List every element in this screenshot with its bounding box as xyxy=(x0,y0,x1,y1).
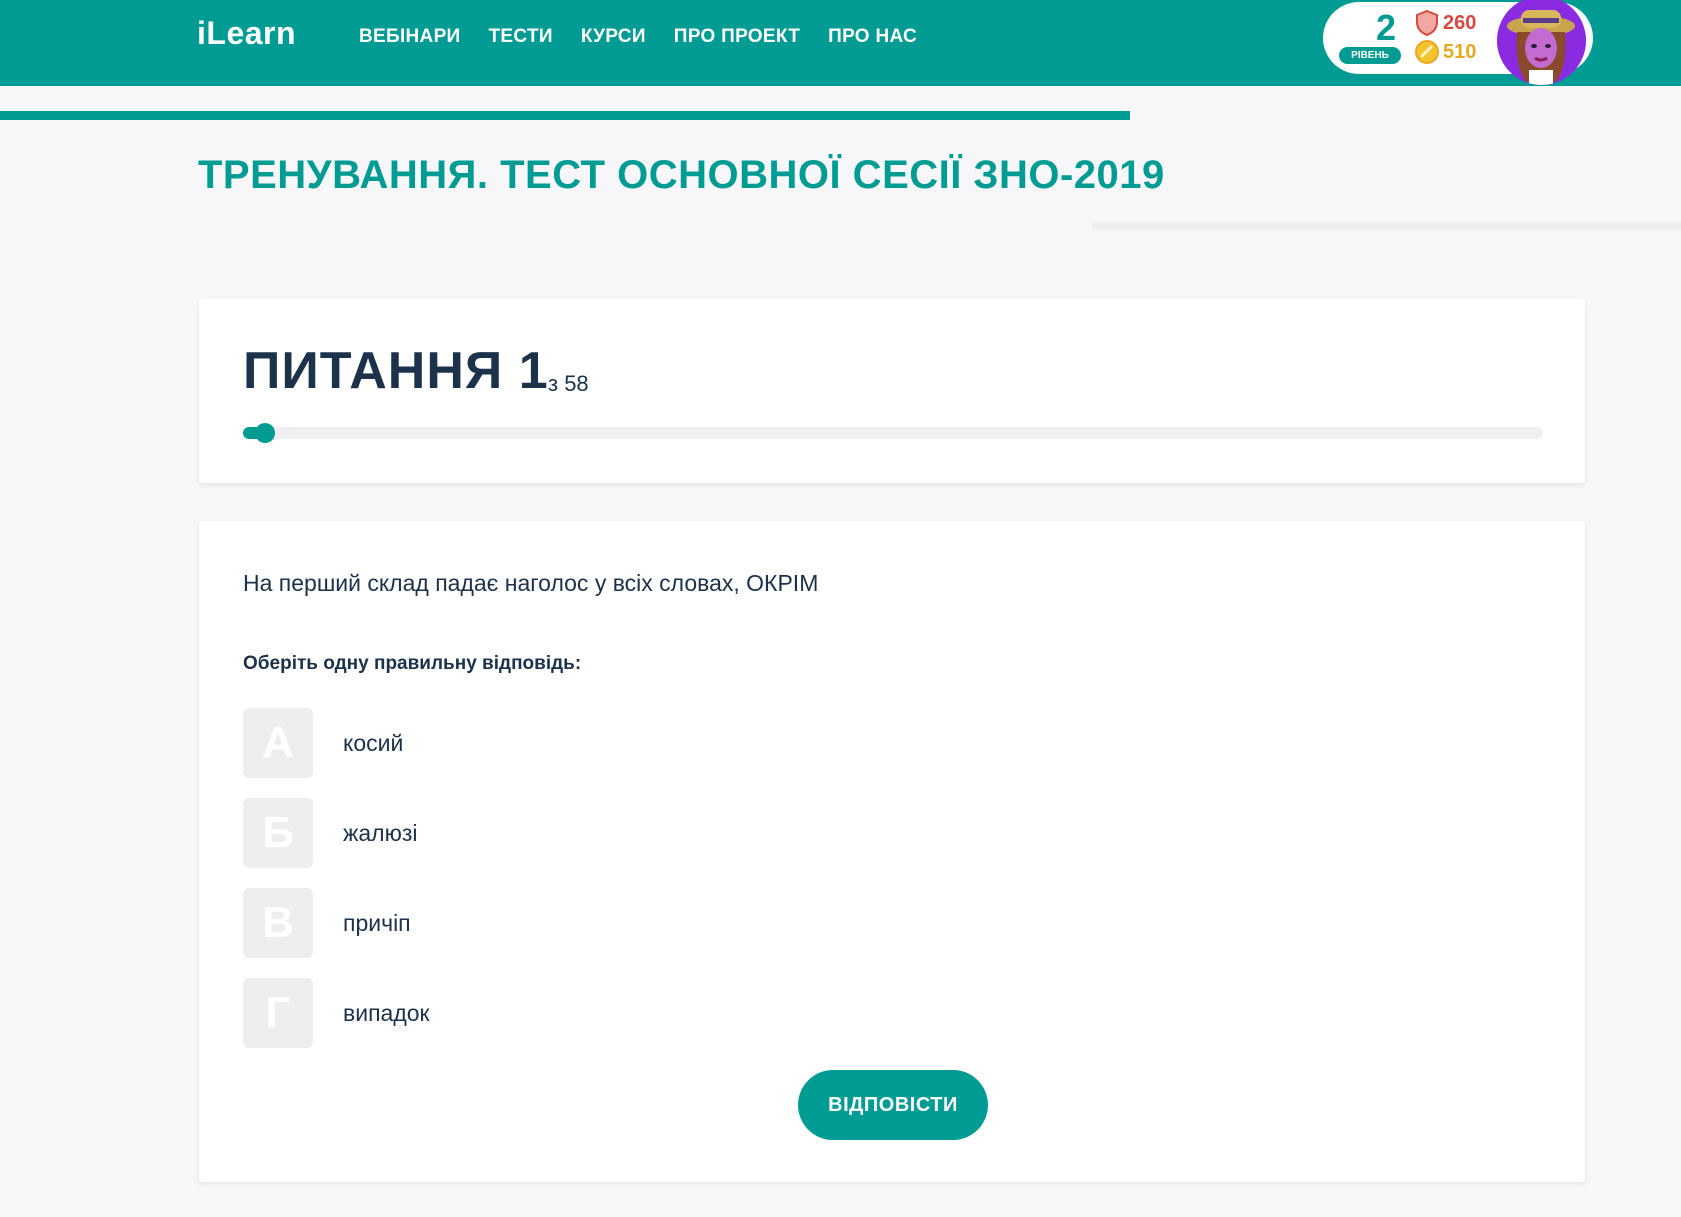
top-header: iLearn ВЕБІНАРИ ТЕСТИ КУРСИ ПРО ПРОЕКТ П… xyxy=(0,0,1681,86)
option-v[interactable]: В причіп xyxy=(243,888,411,958)
level-label: РІВЕНЬ xyxy=(1339,47,1401,64)
nav-about-project[interactable]: ПРО ПРОЕКТ xyxy=(674,26,800,48)
answer-instruction: Оберіть одну правильну відповідь: xyxy=(243,653,582,674)
nav-tests[interactable]: ТЕСТИ xyxy=(489,26,553,48)
question-text: На перший склад падає наголос у всіх сло… xyxy=(243,570,819,596)
option-label[interactable]: випадок xyxy=(343,1000,430,1027)
page-title: ТРЕНУВАННЯ. ТЕСТ ОСНОВНОЇ СЕСІЇ ЗНО-2019 xyxy=(198,153,1165,197)
question-total: з 58 xyxy=(548,371,589,396)
main-nav: ВЕБІНАРИ ТЕСТИ КУРСИ ПРО ПРОЕКТ ПРО НАС xyxy=(359,26,945,48)
answer-button[interactable]: ВІДПОВІСТИ xyxy=(798,1070,988,1140)
option-label[interactable]: косий xyxy=(343,730,403,757)
nav-courses[interactable]: КУРСИ xyxy=(581,26,646,48)
shield-stat: 260 xyxy=(1415,10,1476,36)
coin-icon xyxy=(1415,40,1439,64)
shield-points: 260 xyxy=(1443,11,1477,34)
site-logo[interactable]: iLearn xyxy=(197,15,296,52)
option-letter[interactable]: В xyxy=(243,888,313,958)
option-a[interactable]: А косий xyxy=(243,708,403,778)
question-number-heading: ПИТАННЯ 1 xyxy=(243,342,549,400)
coins-stat: 510 xyxy=(1415,40,1476,64)
nav-about-us[interactable]: ПРО НАС xyxy=(828,26,917,48)
coin-count: 510 xyxy=(1443,40,1477,63)
option-label[interactable]: причіп xyxy=(343,910,411,937)
nav-webinars[interactable]: ВЕБІНАРИ xyxy=(359,26,461,48)
question-card: На перший склад падає наголос у всіх сло… xyxy=(199,521,1585,1182)
option-label[interactable]: жалюзі xyxy=(343,820,418,847)
shield-icon xyxy=(1416,10,1438,36)
option-b[interactable]: Б жалюзі xyxy=(243,798,418,868)
avatar-icon xyxy=(1497,0,1586,85)
top-progress-line xyxy=(0,111,1130,120)
user-avatar[interactable] xyxy=(1497,0,1586,85)
progress-card: ПИТАННЯ 1 з 58 xyxy=(199,299,1585,483)
option-letter[interactable]: А xyxy=(243,708,313,778)
question-progress-bar xyxy=(243,423,1543,443)
option-letter[interactable]: Г xyxy=(243,978,313,1048)
option-g[interactable]: Г випадок xyxy=(243,978,430,1048)
option-letter[interactable]: Б xyxy=(243,798,313,868)
level-number: 2 xyxy=(1375,7,1397,48)
progress-knob xyxy=(255,423,275,443)
decorative-divider xyxy=(1092,222,1681,230)
